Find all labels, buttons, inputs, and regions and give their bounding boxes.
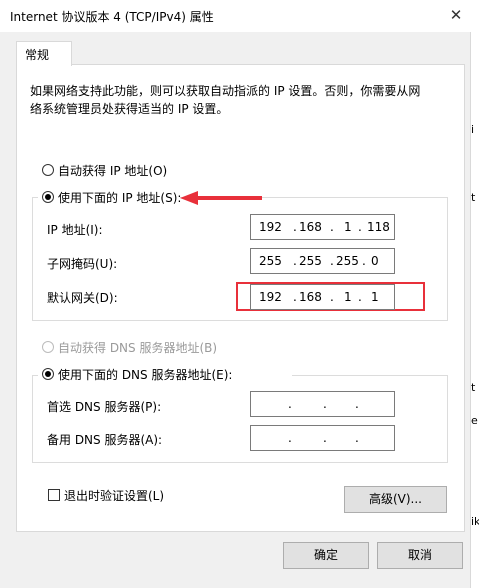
alternate-dns-label: 备用 DNS 服务器(A): (47, 433, 163, 447)
octet-dot: . (288, 397, 292, 411)
manual-ip-radio[interactable] (42, 191, 54, 203)
octet-dot: . (288, 431, 292, 445)
background-char: t (471, 191, 476, 204)
auto-ip-radio[interactable] (42, 164, 54, 176)
octet-dot: . (293, 254, 297, 268)
ip-address-label: IP 地址(I): (47, 223, 103, 237)
octet-dot: . (323, 431, 327, 445)
manual-dns-radio[interactable] (42, 368, 54, 380)
subnet-mask-label: 子网掩码(U): (47, 257, 118, 271)
default-gateway-input[interactable]: 192 . 168 . 1 . 1 (250, 284, 395, 310)
background-char: i (471, 123, 475, 136)
background-char: t (471, 381, 476, 394)
octet-dot: . (330, 290, 334, 304)
octet-dot: . (293, 290, 297, 304)
validate-on-exit-checkbox[interactable] (48, 489, 60, 501)
ip-octet: 1 (344, 290, 352, 304)
ip-octet: 1 (344, 220, 352, 234)
octet-dot: . (358, 220, 362, 234)
octet-dot: . (330, 254, 334, 268)
alternate-dns-input[interactable]: . . . (250, 425, 395, 451)
ip-octet: 1 (371, 290, 379, 304)
octet-dot: . (330, 220, 334, 234)
auto-ip-label[interactable]: 自动获得 IP 地址(O) (58, 162, 167, 179)
preferred-dns-input[interactable]: . . . (250, 391, 395, 417)
manual-ip-label[interactable]: 使用下面的 IP 地址(S): (58, 189, 181, 206)
validate-on-exit-label[interactable]: 退出时验证设置(L) (64, 487, 164, 504)
background-window-strip (470, 32, 479, 588)
manual-dns-label[interactable]: 使用下面的 DNS 服务器地址(E): (58, 366, 232, 383)
subnet-mask-input[interactable]: 255 . 255 . 255 . 0 (250, 248, 395, 274)
default-gateway-label: 默认网关(D): (47, 291, 118, 305)
octet-dot: . (355, 431, 359, 445)
description-line-1: 如果网络支持此功能，则可以获取自动指派的 IP 设置。否则，你需要从网 (30, 84, 421, 98)
ip-octet: 255 (299, 254, 322, 268)
auto-dns-label: 自动获得 DNS 服务器地址(B) (58, 341, 218, 355)
close-icon[interactable]: ✕ (446, 5, 466, 25)
octet-dot: . (355, 397, 359, 411)
ok-button[interactable]: 确定 (283, 542, 369, 569)
ip-octet: 192 (259, 220, 282, 234)
tab-general-label: 常规 (25, 48, 50, 62)
window-title: Internet 协议版本 4 (TCP/IPv4) 属性 (10, 10, 214, 24)
annotation-arrow-icon (180, 191, 262, 205)
ip-octet: 168 (299, 220, 322, 234)
ip-octet: 255 (336, 254, 359, 268)
advanced-button[interactable]: 高级(V)... (344, 486, 447, 513)
ip-octet: 255 (259, 254, 282, 268)
octet-dot: . (358, 290, 362, 304)
cancel-button[interactable]: 取消 (377, 542, 463, 569)
auto-dns-radio[interactable] (42, 341, 54, 353)
preferred-dns-label: 首选 DNS 服务器(P): (47, 400, 162, 414)
octet-dot: . (323, 397, 327, 411)
ip-octet: 118 (367, 220, 390, 234)
ip-octet: 168 (299, 290, 322, 304)
ip-octet: 192 (259, 290, 282, 304)
description-line-2: 络系统管理员处获得适当的 IP 设置。 (30, 102, 229, 116)
octet-dot: . (293, 220, 297, 234)
description-text: 如果网络支持此功能，则可以获取自动指派的 IP 设置。否则，你需要从网 络系统管… (30, 82, 430, 118)
background-char: ik (471, 515, 479, 528)
octet-dot: . (362, 254, 366, 268)
background-char: e (471, 414, 478, 427)
ip-octet: 0 (371, 254, 379, 268)
ip-address-input[interactable]: 192 . 168 . 1 . 118 (250, 214, 395, 240)
